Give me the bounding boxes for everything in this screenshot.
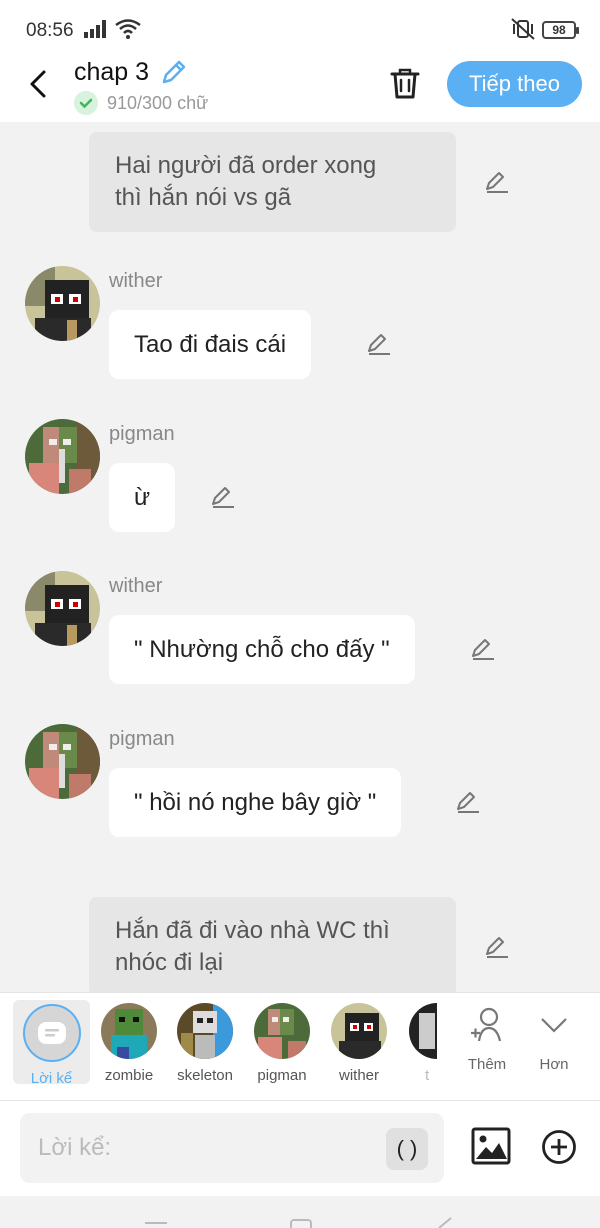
narration-bubble[interactable]: Hai người đã order xong thì hắn nói vs g…	[89, 132, 456, 232]
status-bar: 08:56 98	[0, 0, 600, 58]
edit-message-icon[interactable]	[484, 935, 510, 959]
avatar-skeleton	[177, 1003, 233, 1059]
character-label: skeleton	[177, 1067, 233, 1084]
avatar-pigman	[25, 724, 100, 799]
more-button[interactable]: Hơn	[524, 1005, 584, 1073]
word-count: 910/300 chữ	[107, 93, 209, 113]
character-label: t	[425, 1067, 430, 1084]
back-nav-icon[interactable]	[435, 1216, 455, 1228]
message-bubble[interactable]: " hồi nó nghe bây giờ "	[109, 768, 402, 837]
edit-message-icon[interactable]	[366, 332, 392, 356]
sender-name: wither	[109, 270, 163, 292]
edit-message-icon[interactable]	[470, 637, 496, 661]
battery-indicator: 98	[542, 21, 579, 39]
character-label: Lời kể	[30, 1070, 73, 1087]
status-time: 08:56	[26, 20, 74, 41]
image-icon[interactable]	[471, 1127, 511, 1165]
mute-vibrate-icon	[511, 18, 535, 40]
back-arrow-icon[interactable]	[26, 66, 54, 102]
plus-circle-icon[interactable]	[541, 1129, 577, 1165]
message-input[interactable]	[38, 1113, 378, 1183]
avatar-wither	[25, 571, 100, 646]
editor-header: chap 3 910/300 chữ Tiếp theo	[0, 58, 600, 122]
avatar-pigman	[254, 1003, 310, 1059]
edit-message-icon[interactable]	[484, 170, 510, 194]
character-label: zombie	[104, 1067, 154, 1084]
character-label: wither	[338, 1067, 379, 1084]
message-bubble[interactable]: " Nhường chỗ cho đấy "	[109, 615, 415, 684]
chevron-down-icon	[541, 1018, 567, 1033]
avatar-partial	[409, 1003, 437, 1059]
avatar-zombie	[101, 1003, 157, 1059]
narration-line: nhóc đi lại	[115, 949, 224, 976]
narrator-icon	[22, 1004, 81, 1062]
character-pigman[interactable]: pigman	[243, 997, 321, 1084]
signal-icon	[84, 20, 106, 38]
character-narrator[interactable]: Lời kể	[13, 1000, 90, 1087]
character-skeleton[interactable]: skeleton	[166, 997, 244, 1084]
menu-nav-icon[interactable]	[143, 1220, 169, 1228]
next-button[interactable]: Tiếp theo	[447, 61, 582, 107]
add-label: Thêm	[467, 1056, 507, 1073]
chapter-title: chap 3	[74, 58, 150, 86]
narration-bubble[interactable]: Hắn đã đi vào nhà WC thì nhóc đi lại	[89, 897, 456, 992]
composer: ( )	[0, 1100, 600, 1196]
system-nav-bar	[0, 1196, 600, 1228]
sender-name: wither	[109, 575, 163, 597]
trash-icon[interactable]	[389, 66, 421, 100]
sender-name: pigman	[109, 728, 175, 750]
home-nav-icon[interactable]	[289, 1218, 313, 1228]
character-zombie[interactable]: zombie	[90, 997, 168, 1084]
edit-title-icon[interactable]	[160, 58, 188, 86]
add-character-button[interactable]: Thêm	[457, 1005, 517, 1073]
message-input-box: ( )	[20, 1113, 444, 1183]
sender-name: pigman	[109, 423, 175, 445]
character-wither[interactable]: wither	[320, 997, 398, 1084]
character-label: pigman	[257, 1067, 307, 1084]
more-label: Hơn	[539, 1056, 569, 1073]
story-chat: Hai người đã order xong thì hắn nói vs g…	[0, 122, 600, 992]
character-partial[interactable]: t	[397, 997, 437, 1084]
character-bar: Lời kể zombie skeleton pigman wither t T…	[0, 992, 600, 1100]
avatar-pigman	[25, 419, 100, 494]
message-bubble[interactable]: ừ	[109, 463, 176, 532]
add-person-icon	[471, 1007, 502, 1042]
avatar-wither	[25, 266, 100, 341]
edit-message-icon[interactable]	[455, 790, 481, 814]
avatar-wither	[331, 1003, 387, 1059]
edit-message-icon[interactable]	[210, 485, 236, 509]
parenthesis-button[interactable]: ( )	[386, 1128, 428, 1170]
narration-line: Hai người đã order xong	[115, 152, 377, 179]
wifi-icon	[115, 19, 141, 39]
check-icon	[74, 91, 98, 115]
narration-line: Hắn đã đi vào nhà WC thì	[115, 917, 390, 944]
message-bubble[interactable]: Tao đi đais cái	[109, 310, 312, 379]
narration-line: thì hắn nói vs gã	[115, 184, 292, 211]
